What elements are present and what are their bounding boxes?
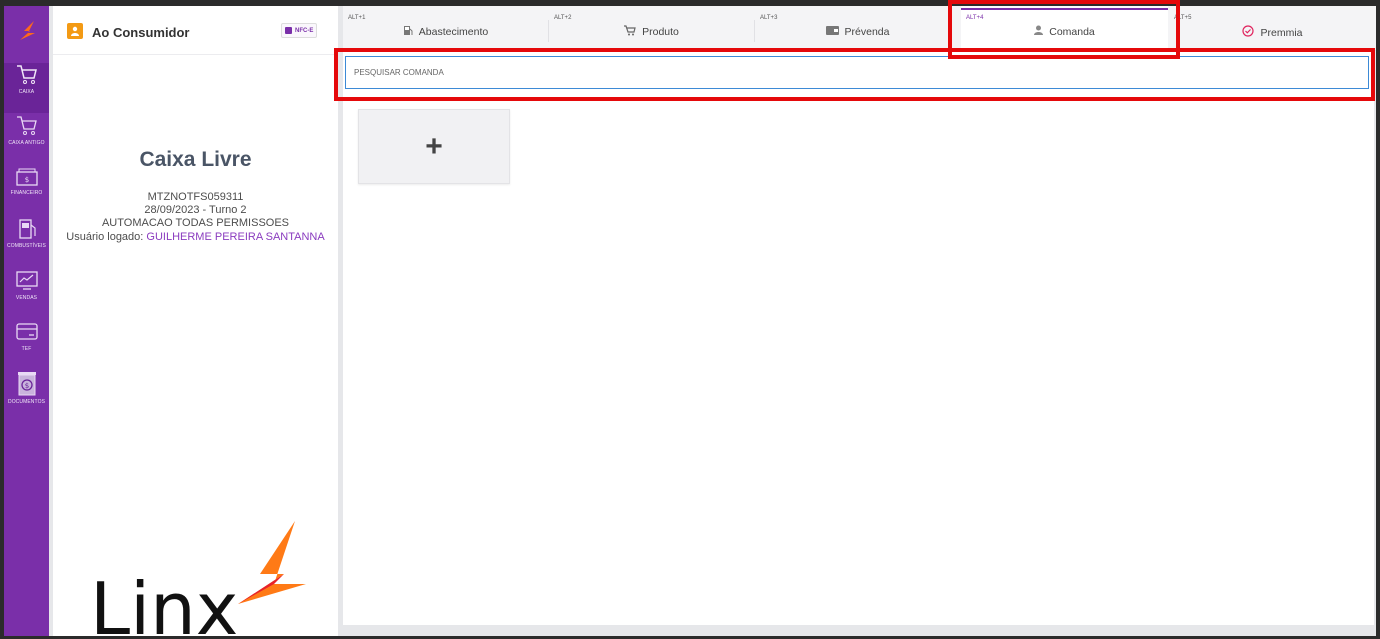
tab-label: Comanda <box>1049 25 1095 38</box>
person-icon <box>67 23 83 39</box>
tab-shortcut: ALT+3 <box>760 15 778 21</box>
sidebar-item-combustiveis[interactable]: COMBUSTÍVEIS <box>4 217 49 267</box>
logged-user: Usuário logado: GUILHERME PEREIRA SANTAN… <box>53 231 338 245</box>
logged-user-name: GUILHERME PEREIRA SANTANNA <box>146 231 325 243</box>
sidebar-item-tef[interactable]: TEF <box>4 320 49 370</box>
document-dollar-icon: $ <box>15 371 39 397</box>
credit-card-icon <box>15 320 39 344</box>
permission-profile: AUTOMACAO TODAS PERMISSOES <box>101 217 290 229</box>
logged-user-label: Usuário logado: <box>66 231 147 243</box>
customer-name: Ao Consumidor <box>92 25 190 40</box>
wallet-icon <box>825 25 839 38</box>
fuel-pump-icon <box>403 25 413 39</box>
fuel-pump-icon <box>16 217 38 241</box>
add-comanda-button[interactable]: + <box>358 109 510 184</box>
date-shift: 28/09/2023 - Turno 2 <box>144 204 247 216</box>
tab-prevenda[interactable]: ALT+3 Prévenda <box>755 6 960 50</box>
cart-outline-icon <box>16 114 38 138</box>
linx-logo: Linx <box>88 516 318 636</box>
sidebar-item-label: TEF <box>21 346 32 352</box>
comanda-panel: + <box>343 52 1374 625</box>
tab-shortcut: ALT+5 <box>1174 15 1192 21</box>
check-circle-icon <box>1242 25 1255 40</box>
app-window: CAIXA CAIXA ANTIGO $ FINANCEIRO COMBUSTÍ… <box>4 6 1376 636</box>
person-icon <box>1034 25 1044 38</box>
tab-shortcut: ALT+1 <box>348 15 366 21</box>
tab-label: Premmia <box>1260 26 1303 39</box>
tab-premmia[interactable]: ALT+5 Premmia <box>1169 6 1376 50</box>
sidebar-item-vendas[interactable]: VENDAS <box>4 269 49 319</box>
sidebar-item-label: VENDAS <box>15 295 38 301</box>
search-comanda-field <box>345 56 1369 89</box>
shopping-cart-icon <box>624 25 636 39</box>
tab-bar: ALT+1 Abastecimento ALT+2 Produto ALT+3 … <box>343 6 1376 51</box>
svg-text:$: $ <box>24 382 28 390</box>
tab-label: Produto <box>642 26 679 38</box>
sidebar-item-caixa[interactable]: CAIXA <box>4 63 49 113</box>
document-icon <box>285 27 292 34</box>
sidebar-item-documentos[interactable]: $ DOCUMENTOS <box>4 371 49 421</box>
linx-logo-text: Linx <box>90 567 238 636</box>
linx-logo-icon <box>4 6 49 54</box>
sidebar-item-financeiro[interactable]: $ FINANCEIRO <box>4 166 49 216</box>
tab-produto[interactable]: ALT+2 Produto <box>549 6 754 50</box>
sidebar-item-label: DOCUMENTOS <box>7 399 46 405</box>
nfce-badge[interactable]: NFC-E <box>281 23 318 38</box>
active-tab-indicator <box>961 8 1168 10</box>
sidebar-item-caixa-antigo[interactable]: CAIXA ANTIGO <box>4 114 49 164</box>
tab-label: Prévenda <box>844 25 890 38</box>
search-input[interactable] <box>346 57 1368 88</box>
sidebar-item-label: CAIXA <box>18 89 35 95</box>
sidebar-item-label: COMBUSTÍVEIS <box>7 243 46 249</box>
customer-header[interactable]: Ao Consumidor NFC-E <box>53 6 338 55</box>
chart-monitor-icon <box>15 269 39 293</box>
register-status-title: Caixa Livre <box>139 148 252 171</box>
tab-label: Abastecimento <box>418 26 489 38</box>
sidebar: CAIXA CAIXA ANTIGO $ FINANCEIRO COMBUSTÍ… <box>4 6 49 636</box>
tab-comanda[interactable]: ALT+4 Comanda <box>961 6 1168 50</box>
tab-abastecimento[interactable]: ALT+1 Abastecimento <box>343 6 548 50</box>
customer-panel: Ao Consumidor NFC-E Caixa Livre MTZNOTFS… <box>53 6 338 636</box>
svg-text:$: $ <box>24 176 28 184</box>
tab-shortcut: ALT+2 <box>554 15 572 21</box>
cart-icon <box>16 63 38 87</box>
sidebar-item-label: FINANCEIRO <box>10 190 43 196</box>
terminal-id: MTZNOTFS059311 <box>147 191 244 203</box>
sidebar-item-label: CAIXA ANTIGO <box>8 140 45 146</box>
tab-shortcut: ALT+4 <box>966 15 984 21</box>
nfce-badge-label: NFC-E <box>295 27 314 34</box>
cash-icon: $ <box>15 166 39 188</box>
